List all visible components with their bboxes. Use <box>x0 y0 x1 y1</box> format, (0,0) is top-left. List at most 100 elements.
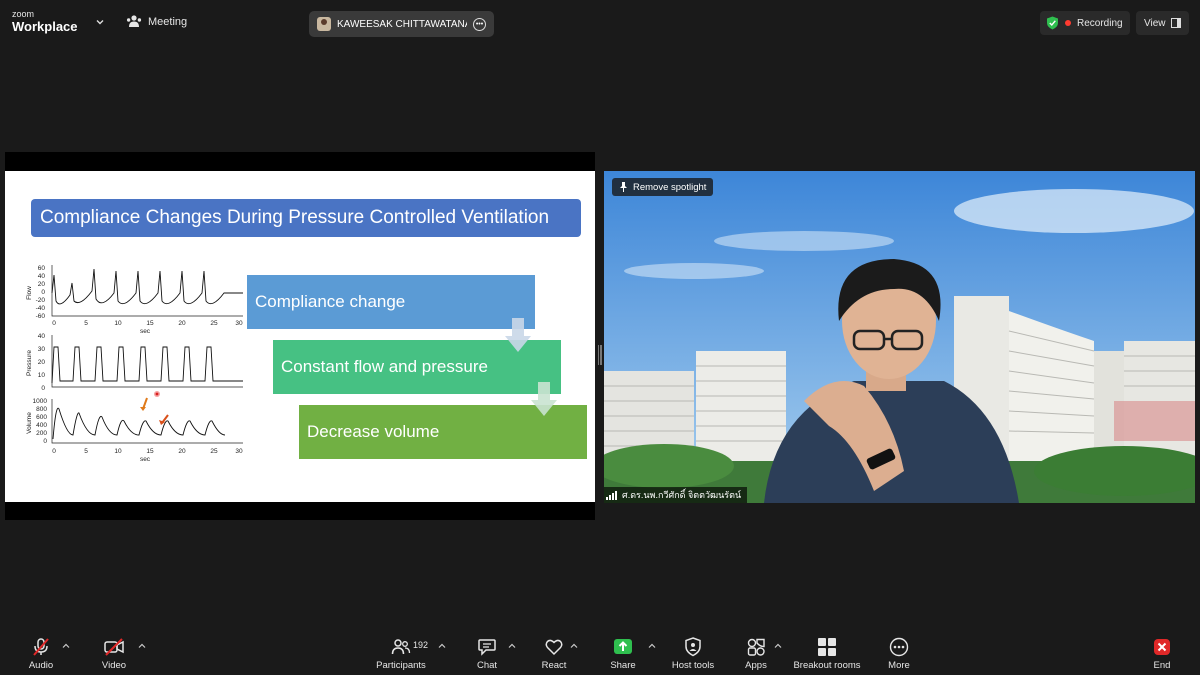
participants-button[interactable]: Participants <box>372 628 430 675</box>
zoom-logo[interactable]: zoom Workplace <box>12 10 78 34</box>
view-layout-icon <box>1170 18 1181 28</box>
presentation-slide: Compliance Changes During Pressure Contr… <box>5 171 595 502</box>
participant-name: ศ.ดร.นพ.กวีศักดิ์ จิตตวัฒนรัตน์ <box>622 490 742 500</box>
volume-axis-label: Volume <box>26 412 33 434</box>
breakout-rooms-button[interactable]: Breakout rooms <box>790 628 864 675</box>
flow-y-tick: 60 <box>38 265 46 272</box>
chat-bubble-icon <box>478 639 496 656</box>
spotlight-video-panel[interactable]: Remove spotlight ศ.ดร.นพ.กวีศักดิ์ จิตตว… <box>604 171 1195 503</box>
recording-dot <box>1065 20 1071 26</box>
top-bar: zoom Workplace Meeting KAWEESAK CHITTAWA… <box>0 0 1200 42</box>
meeting-info-button[interactable]: Meeting <box>126 15 187 28</box>
flow-x-tick: 5 <box>84 320 88 327</box>
audio-label: Audio <box>28 660 54 671</box>
volume-y-tick: 400 <box>36 422 47 429</box>
logo-bottom-text: Workplace <box>12 19 78 34</box>
chat-label: Chat <box>476 660 498 671</box>
flow-y-tick: 0 <box>41 289 45 296</box>
flow-x-tick: 25 <box>210 320 218 327</box>
split-divider-handle[interactable] <box>598 345 603 365</box>
more-dots-icon <box>889 637 909 657</box>
meeting-label: Meeting <box>148 15 188 28</box>
participants-count: 192 <box>413 640 429 650</box>
volume-y-tick: 600 <box>36 414 47 421</box>
view-button[interactable]: View <box>1136 11 1189 35</box>
volume-axes <box>51 399 243 444</box>
participants-icon <box>391 639 411 655</box>
participant-name-tag: ศ.ดร.นพ.กวีศักดิ์ จิตตวัฒนรัตน์ <box>604 487 748 503</box>
video-button[interactable]: Video <box>98 628 130 675</box>
react-button[interactable]: React <box>538 628 570 675</box>
close-icon <box>1154 639 1170 655</box>
more-button[interactable]: More <box>884 628 914 675</box>
react-label: React <box>541 660 567 671</box>
recording-indicator[interactable]: Recording <box>1040 11 1130 35</box>
chevron-down-icon[interactable] <box>94 16 106 28</box>
more-label: More <box>888 660 910 671</box>
audio-button[interactable]: Audio <box>24 628 58 675</box>
chevron-up-icon[interactable] <box>648 642 656 650</box>
microphone-muted-icon <box>33 638 49 656</box>
share-label: Share <box>610 660 636 671</box>
host-avatar <box>317 17 331 31</box>
flow-x-tick: 15 <box>146 320 154 327</box>
volume-y-tick: 800 <box>36 406 47 413</box>
volume-x-ticks: 0 5 10 15 20 25 30 <box>52 448 243 455</box>
pressure-waveform <box>51 346 243 384</box>
breakout-rooms-icon <box>818 638 836 656</box>
volume-x-tick: 15 <box>146 448 154 455</box>
down-arrow-icon <box>505 318 531 352</box>
host-name: KAWEESAK CHITTAWATANARAT <box>337 18 467 30</box>
volume-x-tick: 25 <box>210 448 218 455</box>
host-name-pill[interactable]: KAWEESAK CHITTAWATANARAT ••• <box>309 11 494 37</box>
chevron-up-icon[interactable] <box>138 642 146 650</box>
flow-x-tick: 0 <box>52 320 56 327</box>
volume-x-tick: 0 <box>52 448 56 455</box>
remove-spotlight-label: Remove spotlight <box>633 181 707 193</box>
volume-x-tick: 30 <box>235 448 243 455</box>
pressure-y-tick: 0 <box>41 385 45 392</box>
flow-x-ticks: 0 5 10 15 20 25 30 <box>52 320 243 327</box>
pressure-y-tick: 40 <box>38 333 46 340</box>
volume-waveform <box>52 407 226 440</box>
video-label: Video <box>101 660 127 671</box>
view-label: View <box>1144 17 1166 29</box>
chevron-up-icon[interactable] <box>508 642 516 650</box>
cursor-dot-center <box>155 392 159 396</box>
chevron-up-icon[interactable] <box>774 642 782 650</box>
signal-strength-icon <box>606 490 617 500</box>
apps-button[interactable]: Apps <box>740 628 772 675</box>
video-background-scene <box>604 171 1195 503</box>
more-dots-icon[interactable]: ••• <box>473 17 486 31</box>
flow-x-tick: 20 <box>178 320 186 327</box>
breakout-rooms-label: Breakout rooms <box>793 660 861 671</box>
compliance-change-box: Compliance change <box>247 275 535 329</box>
flow-x-label: sec <box>140 328 151 335</box>
flow-y-tick: -20 <box>36 297 46 304</box>
apps-icon <box>747 638 765 656</box>
volume-x-tick: 10 <box>114 448 122 455</box>
chevron-up-icon[interactable] <box>570 642 578 650</box>
down-arrow-icon <box>531 382 557 416</box>
chevron-up-icon[interactable] <box>438 642 446 650</box>
volume-x-tick: 20 <box>178 448 186 455</box>
pressure-y-tick: 30 <box>38 346 46 353</box>
chat-button[interactable]: Chat <box>474 628 500 675</box>
recording-label: Recording <box>1077 17 1123 29</box>
chevron-up-icon[interactable] <box>62 642 70 650</box>
slide-title: Compliance Changes During Pressure Contr… <box>31 199 581 237</box>
share-button[interactable]: Share <box>608 628 638 675</box>
host-tools-button[interactable]: Host tools <box>668 628 718 675</box>
pressure-y-tick: 10 <box>38 372 46 379</box>
meeting-toolbar: Audio Video Participants 192 Chat React … <box>0 628 1200 675</box>
host-tools-label: Host tools <box>671 660 715 671</box>
volume-y-tick: 200 <box>36 430 47 437</box>
volume-x-label: sec <box>140 456 151 463</box>
flow-y-tick: -40 <box>36 305 46 312</box>
video-camera-off-icon <box>104 638 124 656</box>
flow-axis-label: Flow <box>26 286 33 300</box>
flow-y-tick: 20 <box>38 281 46 288</box>
remove-spotlight-button[interactable]: Remove spotlight <box>612 178 714 196</box>
end-meeting-button[interactable]: End <box>1148 628 1176 675</box>
flow-y-tick: 40 <box>38 273 46 280</box>
